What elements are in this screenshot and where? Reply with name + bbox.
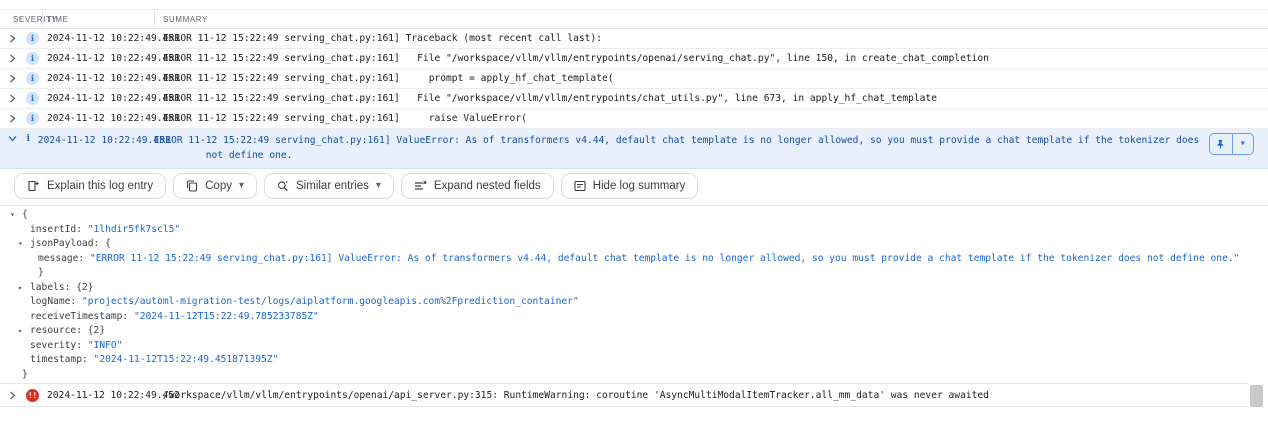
button-label: Expand nested fields xyxy=(434,180,541,192)
expand-nested-icon xyxy=(414,180,427,192)
chevron-down-icon: ▾ xyxy=(239,181,244,191)
tree-expand-icon[interactable]: ▸ xyxy=(18,281,30,296)
log-summary: ERROR 11-12 15:22:49 serving_chat.py:161… xyxy=(163,33,1268,44)
info-severity-icon: i xyxy=(26,32,39,45)
log-entry-toolbar: Explain this log entry Copy ▾ Similar en… xyxy=(0,169,1268,206)
log-summary: /workspace/vllm/vllm/entrypoints/openai/… xyxy=(163,390,1268,401)
table-header: SEVERITY TIME SUMMARY xyxy=(0,9,1268,29)
expanded-log-row[interactable]: i 2024-11-12 10:22:49.451 ERROR 11-12 15… xyxy=(0,129,1268,169)
copy-icon xyxy=(186,180,198,192)
log-summary: ERROR 11-12 15:22:49 serving_chat.py:161… xyxy=(154,133,1199,163)
log-time: 2024-11-12 10:22:49.451 xyxy=(47,93,163,104)
similar-entries-button[interactable]: Similar entries ▾ xyxy=(264,173,394,199)
column-header-summary: SUMMARY xyxy=(154,10,1268,28)
expand-chevron-icon[interactable] xyxy=(0,74,26,83)
expand-chevron-icon[interactable] xyxy=(0,54,26,63)
explain-log-entry-button[interactable]: Explain this log entry xyxy=(14,173,166,199)
log-row[interactable]: i 2024-11-12 10:22:49.451 ERROR 11-12 15… xyxy=(0,69,1268,89)
chevron-down-icon: ▾ xyxy=(376,181,381,191)
json-line: receiveTimestamp: "2024-11-12T15:22:49.7… xyxy=(0,310,1268,325)
json-line: ▾jsonPayload: { xyxy=(0,237,1268,252)
json-line: severity: "INFO" xyxy=(0,339,1268,354)
column-header-severity: SEVERITY xyxy=(0,10,42,28)
log-row[interactable]: i 2024-11-12 10:22:49.451 ERROR 11-12 15… xyxy=(0,29,1268,49)
json-line: } xyxy=(0,266,1268,281)
summary-line: ERROR 11-12 15:22:49 serving_chat.py:161… xyxy=(154,133,1199,148)
hide-summary-icon xyxy=(574,180,586,192)
log-time: 2024-11-12 10:22:49.451 xyxy=(47,33,163,44)
log-row[interactable]: !! 2024-11-12 10:22:49.452 /workspace/vl… xyxy=(0,384,1268,407)
json-line: ▾{ xyxy=(0,208,1268,223)
pin-icon xyxy=(1215,139,1226,150)
log-row[interactable]: i 2024-11-12 10:22:49.451 ERROR 11-12 15… xyxy=(0,89,1268,109)
info-severity-icon: i xyxy=(22,134,35,144)
json-line: message: "ERROR 11-12 15:22:49 serving_c… xyxy=(0,252,1268,267)
log-viewer: SEVERITY TIME SUMMARY i 2024-11-12 10:22… xyxy=(0,0,1268,422)
explain-sparkle-icon xyxy=(27,180,40,192)
json-line: } xyxy=(0,368,1268,383)
similar-entries-icon xyxy=(277,180,289,192)
log-time: 2024-11-12 10:22:49.451 xyxy=(38,133,154,148)
log-time: 2024-11-12 10:22:49.451 xyxy=(47,53,163,64)
json-line: ▸resource: {2} xyxy=(0,324,1268,339)
info-severity-icon: i xyxy=(26,112,39,125)
log-summary: ERROR 11-12 15:22:49 serving_chat.py:161… xyxy=(163,73,1268,84)
log-entry-json-view: ▾{ insertId: "1lhdir5fk7scl5" ▾jsonPaylo… xyxy=(0,206,1268,384)
summary-line: not define one. xyxy=(154,148,1199,163)
expand-chevron-icon[interactable] xyxy=(0,391,26,400)
vertical-scrollbar-thumb[interactable] xyxy=(1250,385,1263,407)
log-summary: ERROR 11-12 15:22:49 serving_chat.py:161… xyxy=(163,53,1268,64)
tree-collapse-icon[interactable]: ▾ xyxy=(10,208,22,223)
collapse-chevron-icon[interactable] xyxy=(0,134,22,143)
expand-nested-fields-button[interactable]: Expand nested fields xyxy=(401,173,554,199)
button-label: Hide log summary xyxy=(593,180,686,192)
error-severity-icon: !! xyxy=(26,389,39,402)
info-severity-icon: i xyxy=(26,72,39,85)
chevron-down-icon: ▾ xyxy=(1240,139,1246,149)
log-summary: ERROR 11-12 15:22:49 serving_chat.py:161… xyxy=(163,93,1268,104)
column-header-time: TIME xyxy=(42,10,154,28)
copy-button[interactable]: Copy ▾ xyxy=(173,173,257,199)
log-summary: ERROR 11-12 15:22:49 serving_chat.py:161… xyxy=(163,113,1268,124)
info-severity-icon: i xyxy=(26,92,39,105)
json-line: timestamp: "2024-11-12T15:22:49.45187139… xyxy=(0,353,1268,368)
pin-dropdown-button[interactable]: ▾ xyxy=(1232,134,1254,154)
button-label: Explain this log entry xyxy=(47,180,153,192)
json-line: insertId: "1lhdir5fk7scl5" xyxy=(0,223,1268,238)
json-line: ▸labels: {2} xyxy=(0,281,1268,296)
pin-split-button: ▾ xyxy=(1209,133,1254,155)
info-severity-icon: i xyxy=(26,52,39,65)
expand-chevron-icon[interactable] xyxy=(0,34,26,43)
log-time: 2024-11-12 10:22:49.451 xyxy=(47,73,163,84)
expand-chevron-icon[interactable] xyxy=(0,94,26,103)
expand-chevron-icon[interactable] xyxy=(0,114,26,123)
button-label: Copy xyxy=(205,180,232,192)
pin-button[interactable] xyxy=(1210,134,1231,154)
log-time: 2024-11-12 10:22:49.451 xyxy=(47,113,163,124)
tree-expand-icon[interactable]: ▸ xyxy=(18,324,30,339)
hide-log-summary-button[interactable]: Hide log summary xyxy=(561,173,699,199)
tree-collapse-icon[interactable]: ▾ xyxy=(18,237,30,252)
log-time: 2024-11-12 10:22:49.452 xyxy=(47,390,163,401)
button-label: Similar entries xyxy=(296,180,369,192)
log-row[interactable]: i 2024-11-12 10:22:49.451 ERROR 11-12 15… xyxy=(0,109,1268,129)
json-line: logName: "projects/automl-migration-test… xyxy=(0,295,1268,310)
log-row[interactable]: i 2024-11-12 10:22:49.451 ERROR 11-12 15… xyxy=(0,49,1268,69)
